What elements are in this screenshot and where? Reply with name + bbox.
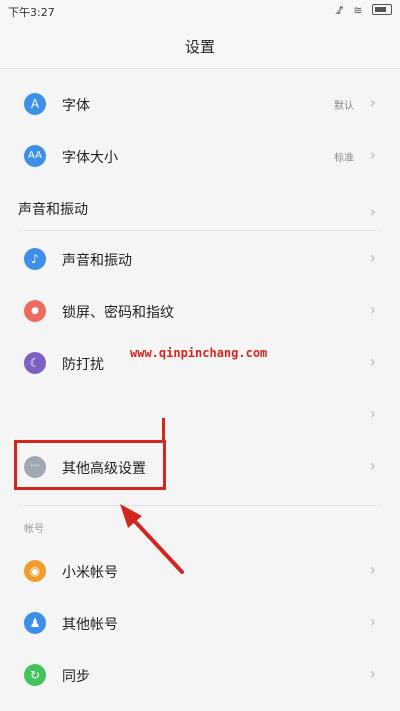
settings-row-lockscreen[interactable]: ● 锁屏、密码和指纹 ›: [0, 285, 400, 337]
chevron-right-icon: ›: [369, 248, 376, 267]
row-label: 锁屏、密码和指纹: [62, 305, 174, 321]
chevron-right-icon: ›: [369, 352, 376, 371]
row-label: 同步: [62, 669, 90, 685]
annotation-highlight-box: [14, 440, 166, 490]
watermark-text: www.qinpinchang.com: [130, 346, 268, 360]
lock-icon: ●: [24, 300, 46, 322]
settings-row-blank[interactable]: ›: [0, 389, 400, 441]
moon-icon: ☾: [24, 352, 46, 374]
annotation-arrow-icon: [120, 504, 184, 574]
status-icons: ♪̸ ≋: [337, 3, 392, 17]
chevron-right-icon: ›: [369, 300, 376, 319]
row-label: 其他帐号: [62, 617, 118, 633]
wifi-icon: ≋: [353, 4, 366, 17]
settings-row-sync[interactable]: ↻ 同步 ›: [0, 649, 400, 701]
section-label-accounts: 帐号: [24, 524, 44, 535]
sync-icon: ↻: [24, 664, 46, 686]
chevron-right-icon: ›: [369, 93, 376, 112]
settings-row-do-not-disturb[interactable]: ☾ 防打扰 ›: [0, 337, 400, 389]
battery-icon: [372, 4, 392, 15]
chevron-right-icon: ›: [369, 145, 376, 164]
settings-row-sound-header[interactable]: 声音和振动 ›: [0, 182, 400, 234]
chevron-right-icon: ›: [369, 404, 376, 423]
settings-row-font[interactable]: A 字体 默认 ›: [0, 78, 400, 130]
row-value: 标准: [334, 153, 354, 164]
font-size-icon: AA: [24, 145, 46, 167]
chevron-right-icon: ›: [369, 612, 376, 631]
font-icon: A: [24, 93, 46, 115]
divider: [18, 230, 382, 231]
status-time: 下午3:27: [8, 6, 55, 19]
speaker-icon: ♪: [24, 248, 46, 270]
divider: [18, 505, 382, 506]
row-value: 默认: [334, 101, 354, 112]
row-label: 字体: [62, 98, 90, 114]
chevron-right-icon: ›: [369, 202, 376, 221]
status-bar: 下午3:27 ♪̸ ≋: [0, 0, 400, 22]
chevron-right-icon: ›: [369, 560, 376, 579]
row-label: 小米帐号: [62, 565, 118, 581]
chevron-right-icon: ›: [369, 456, 376, 475]
settings-row-font-size[interactable]: AA 字体大小 标准 ›: [0, 130, 400, 182]
row-label: 声音和振动: [62, 253, 132, 269]
settings-row-sound[interactable]: ♪ 声音和振动 ›: [0, 233, 400, 285]
mi-account-icon: ◉: [24, 560, 46, 582]
row-label: 声音和振动: [18, 202, 88, 218]
settings-row-mi-account[interactable]: ◉ 小米帐号 ›: [0, 545, 400, 597]
row-label: 防打扰: [62, 357, 104, 373]
page-title: 设置: [184, 38, 215, 56]
account-icon: ♟: [24, 612, 46, 634]
settings-row-other-accounts[interactable]: ♟ 其他帐号 ›: [0, 597, 400, 649]
title-bar: 设置: [0, 22, 400, 69]
chevron-right-icon: ›: [369, 664, 376, 683]
mute-icon: ♪̸: [336, 4, 347, 17]
annotation-connector: [162, 418, 165, 442]
row-label: 字体大小: [62, 150, 118, 166]
